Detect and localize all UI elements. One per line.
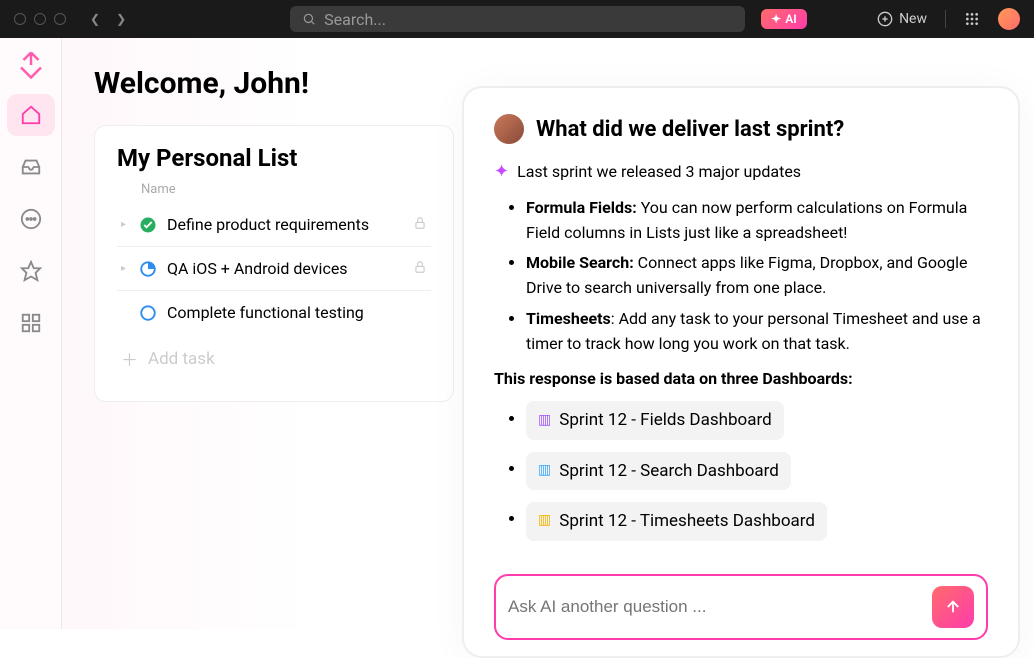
personal-list-card: My Personal List Name ▸ Define product re… <box>94 125 454 402</box>
column-header-name: Name <box>117 182 431 197</box>
app-logo <box>16 50 46 80</box>
search-placeholder: Search... <box>324 10 386 29</box>
sidebar-dashboards[interactable] <box>7 302 55 344</box>
minimize-window[interactable] <box>34 13 46 25</box>
arrow-up-icon <box>944 598 962 616</box>
dashboard-source: ▥Sprint 12 - Timesheets Dashboard <box>526 502 988 540</box>
inbox-icon <box>20 156 42 178</box>
lock-icon <box>413 215 427 234</box>
maximize-window[interactable] <box>54 13 66 25</box>
more-circle-icon <box>20 208 42 230</box>
global-search[interactable]: Search... <box>290 6 745 32</box>
avatar[interactable] <box>998 8 1020 30</box>
sidebar <box>0 38 62 629</box>
task-name: Complete functional testing <box>167 303 364 322</box>
chart-icon: ▥ <box>538 510 551 532</box>
new-button[interactable]: New <box>877 11 927 27</box>
ai-send-button[interactable] <box>932 586 974 628</box>
ai-bullet: Mobile Search: Connect apps like Figma, … <box>526 251 988 301</box>
titlebar: ❮ ❯ Search... ✦ AI New <box>0 0 1034 38</box>
ai-bullet: Formula Fields: You can now perform calc… <box>526 196 988 246</box>
ai-input[interactable] <box>508 597 932 617</box>
sidebar-home[interactable] <box>7 94 55 136</box>
sidebar-inbox[interactable] <box>7 146 55 188</box>
dashboard-source: ▥Sprint 12 - Search Dashboard <box>526 452 988 490</box>
task-row[interactable]: Complete functional testing <box>117 291 431 334</box>
dashboard-chip[interactable]: ▥Sprint 12 - Fields Dashboard <box>526 401 784 439</box>
task-row[interactable]: ▸ Define product requirements <box>117 203 431 247</box>
dashboard-source: ▥Sprint 12 - Fields Dashboard <box>526 401 988 439</box>
ai-bullet: Timesheets: Add any task to your persona… <box>526 307 988 357</box>
sparkle-icon: ✦ <box>771 12 781 26</box>
ai-input-container <box>494 574 988 640</box>
ai-sparkle-icon: ✦ <box>494 158 509 186</box>
add-task-button[interactable]: ＋ Add task <box>117 334 431 383</box>
task-name: Define product requirements <box>167 215 369 234</box>
plus-circle-icon <box>877 11 893 27</box>
plus-icon: ＋ <box>121 346 138 371</box>
ai-badge[interactable]: ✦ AI <box>761 9 807 29</box>
home-icon <box>20 104 42 126</box>
task-row[interactable]: ▸ QA iOS + Android devices <box>117 247 431 291</box>
search-icon <box>302 12 316 26</box>
star-icon <box>20 260 42 282</box>
task-name: QA iOS + Android devices <box>167 259 348 278</box>
ai-panel: What did we deliver last sprint? ✦Last s… <box>462 86 1020 658</box>
nav-forward-icon[interactable]: ❯ <box>110 10 132 28</box>
divider <box>945 10 946 28</box>
grid-icon <box>20 312 42 334</box>
sidebar-more[interactable] <box>7 198 55 240</box>
expand-caret-icon[interactable]: ▸ <box>121 219 129 230</box>
apps-grid-icon[interactable] <box>964 11 980 27</box>
ai-response: ✦Last sprint we released 3 major updates… <box>494 158 988 566</box>
user-avatar <box>494 114 524 144</box>
status-progress-icon <box>139 260 157 278</box>
chart-icon: ▥ <box>538 460 551 482</box>
dashboard-chip[interactable]: ▥Sprint 12 - Search Dashboard <box>526 452 791 490</box>
sidebar-favorites[interactable] <box>7 250 55 292</box>
nav-arrows: ❮ ❯ <box>84 10 132 28</box>
expand-caret-icon[interactable]: ▸ <box>121 263 129 274</box>
ai-question: What did we deliver last sprint? <box>536 117 844 142</box>
status-done-icon <box>139 216 157 234</box>
close-window[interactable] <box>14 13 26 25</box>
window-controls <box>14 13 66 25</box>
list-title: My Personal List <box>117 144 431 172</box>
lock-icon <box>413 259 427 278</box>
dashboard-chip[interactable]: ▥Sprint 12 - Timesheets Dashboard <box>526 502 827 540</box>
nav-back-icon[interactable]: ❮ <box>84 10 106 28</box>
status-open-icon <box>139 304 157 322</box>
chart-icon: ▥ <box>538 410 551 432</box>
